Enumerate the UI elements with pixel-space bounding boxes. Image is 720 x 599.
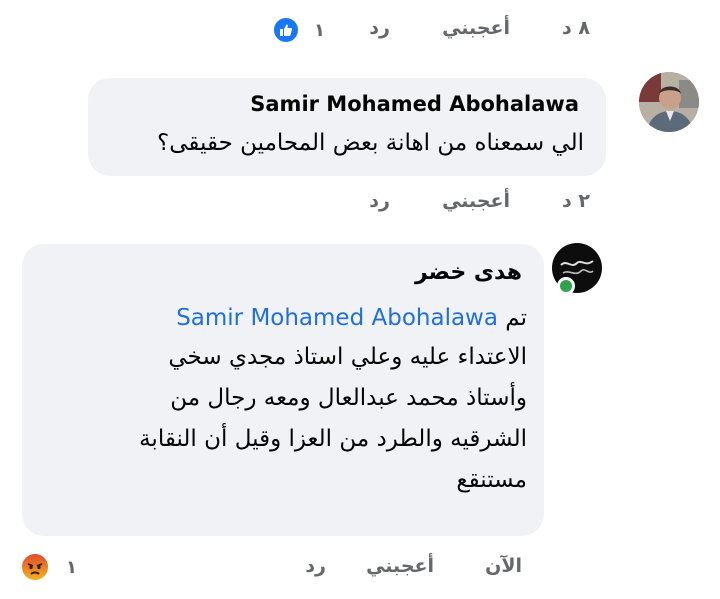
- like-reaction-icon: [272, 16, 300, 44]
- comment-bubble: Samir Mohamed Abohalawa الي سمعناه من اه…: [88, 78, 606, 176]
- comment-text: الي سمعناه من اهانة بعض المحامين حقيقى؟: [157, 130, 584, 156]
- comment-line: مستنقع: [456, 467, 527, 493]
- comment-bubble: هدى خضر تم Samir Mohamed Abohalawa الاعت…: [22, 244, 544, 536]
- comment-prefix: تم: [505, 305, 527, 331]
- user-avatar[interactable]: [552, 243, 608, 299]
- online-status-icon: [557, 277, 575, 295]
- comment-line: الاعتداء عليه وعلي استاذ مجدي سخي: [168, 344, 527, 370]
- comment-line: الشرقيه والطرد من العزا وقيل أن النقابة: [139, 426, 527, 452]
- comment-author[interactable]: Samir Mohamed Abohalawa: [250, 92, 579, 116]
- like-button[interactable]: أعجبني: [442, 190, 510, 212]
- comment-time: ٢ د: [562, 190, 590, 212]
- reaction-count: ١: [66, 556, 77, 578]
- comment-author[interactable]: هدى خضر: [415, 260, 522, 285]
- user-avatar[interactable]: [639, 72, 699, 132]
- user-mention-link[interactable]: Samir Mohamed Abohalawa: [176, 305, 498, 331]
- angry-reaction-icon: [20, 552, 50, 582]
- reply-button[interactable]: رد: [369, 17, 390, 39]
- reaction-count: ١: [314, 19, 325, 41]
- comment-time: ٨ د: [562, 17, 590, 39]
- like-button[interactable]: أعجبني: [366, 555, 434, 577]
- reaction-summary[interactable]: ١: [272, 16, 325, 44]
- comment-text: تم Samir Mohamed Abohalawa الاعتداء عليه…: [27, 300, 527, 499]
- comment-time: الآن: [485, 555, 522, 577]
- reply-button[interactable]: رد: [369, 190, 390, 212]
- like-button[interactable]: أعجبني: [442, 17, 510, 39]
- reply-button[interactable]: رد: [305, 555, 326, 577]
- reaction-summary[interactable]: ١: [20, 552, 77, 582]
- comment-line: وأستاذ محمد عبدالعال ومعه رجال من: [170, 385, 527, 411]
